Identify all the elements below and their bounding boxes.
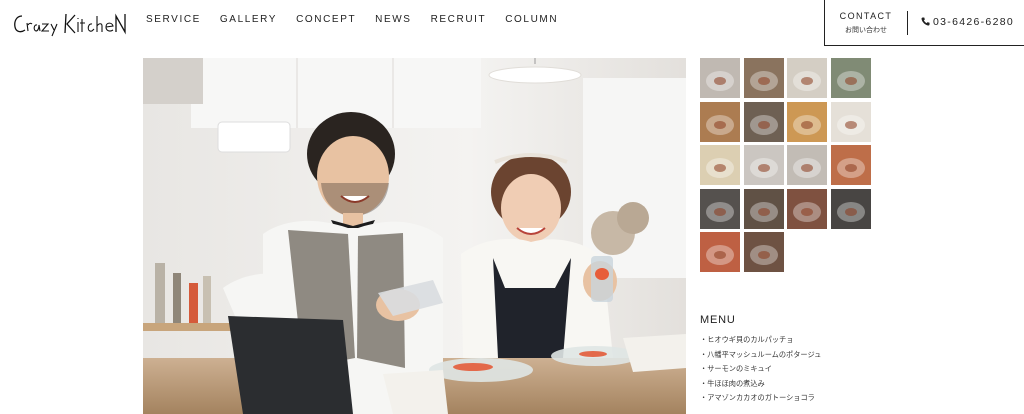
gallery-thumbnail[interactable] [830,58,871,98]
thumb-round-plate [787,101,827,142]
hero-photo [143,58,686,414]
gallery-thumbnail[interactable] [743,101,784,142]
brand-logo[interactable] [12,8,130,40]
thumb-soup-bowl [830,101,871,142]
contact-divider [907,11,908,35]
gallery-thumbnail[interactable] [700,58,740,98]
thumb-cream-soup [700,145,740,185]
phone-link[interactable]: 03-6426-6280 [921,16,1014,28]
nav-column[interactable]: COLUMN [505,14,558,25]
gallery-thumbnail[interactable] [787,145,827,185]
header-contact-box: CONTACT お問い合わせ 03-6426-6280 [824,0,1024,46]
menu-section: MENU ヒオウギ貝のカルパッチョ 八幡平マッシュルームのポタージュ サーモンの… [700,314,900,406]
gallery-thumbnail[interactable] [787,101,827,142]
menu-item: 牛ほほ肉の煮込み [700,377,900,392]
thumb-cutlery [787,58,827,98]
gallery-thumbnail[interactable] [743,145,784,185]
nav-recruit[interactable]: RECRUIT [431,14,487,25]
menu-item: ヒオウギ貝のカルパッチョ [700,333,900,348]
gallery-thumbnail[interactable] [830,101,871,142]
gallery-thumbnail[interactable] [743,232,784,272]
thumb-meat [787,188,827,229]
thumb-couple [743,145,784,185]
thumb-chef-portrait [700,58,740,98]
contact-button[interactable]: CONTACT お問い合わせ [825,11,907,35]
phone-number: 03-6426-6280 [933,16,1014,28]
thumb-staff [787,145,827,185]
gallery-thumbnail[interactable] [700,145,740,185]
thumb-tomato [700,232,740,272]
gallery-thumbnail[interactable] [787,188,827,229]
thumb-prep [700,101,740,142]
nav-news[interactable]: NEWS [375,14,411,25]
thumb-salad [830,145,871,185]
gallery-thumbnail[interactable] [700,101,740,142]
main-nav: SERVICE GALLERY CONCEPT NEWS RECRUIT COL… [146,14,577,25]
thumb-black-plate [830,188,871,229]
contact-sublabel: お問い合わせ [845,26,887,34]
contact-label: CONTACT [839,11,893,21]
menu-item: アマゾンカカオのガトーショコラ [700,391,900,406]
gallery-thumbnail[interactable] [830,145,871,185]
menu-item: サーモンのミキュイ [700,362,900,377]
menu-title: MENU [700,314,736,326]
nav-service[interactable]: SERVICE [146,14,201,25]
thumb-pan [700,188,740,229]
gallery-thumbnail[interactable] [787,58,827,98]
nav-gallery[interactable]: GALLERY [220,14,277,25]
thumb-green-dish [830,58,871,98]
gallery-thumbnail[interactable] [743,188,784,229]
nav-concept[interactable]: CONCEPT [296,14,356,25]
thumb-stew [743,188,784,229]
phone-icon [921,17,930,26]
thumb-dark-plate [743,101,784,142]
menu-item: 八幡平マッシュルームのポタージュ [700,348,900,363]
menu-list: ヒオウギ貝のカルパッチョ 八幡平マッシュルームのポタージュ サーモンのミキュイ … [700,333,900,406]
photo-couple-cooking-illustration [143,58,686,414]
thumb-plated-dish [743,58,784,98]
gallery-thumbnail[interactable] [700,188,740,229]
gallery-thumbnail[interactable] [743,58,784,98]
logo-mark [14,13,126,37]
gallery-thumbnail[interactable] [830,188,871,229]
gallery-thumbnail[interactable] [700,232,740,272]
thumb-cake [743,232,784,272]
